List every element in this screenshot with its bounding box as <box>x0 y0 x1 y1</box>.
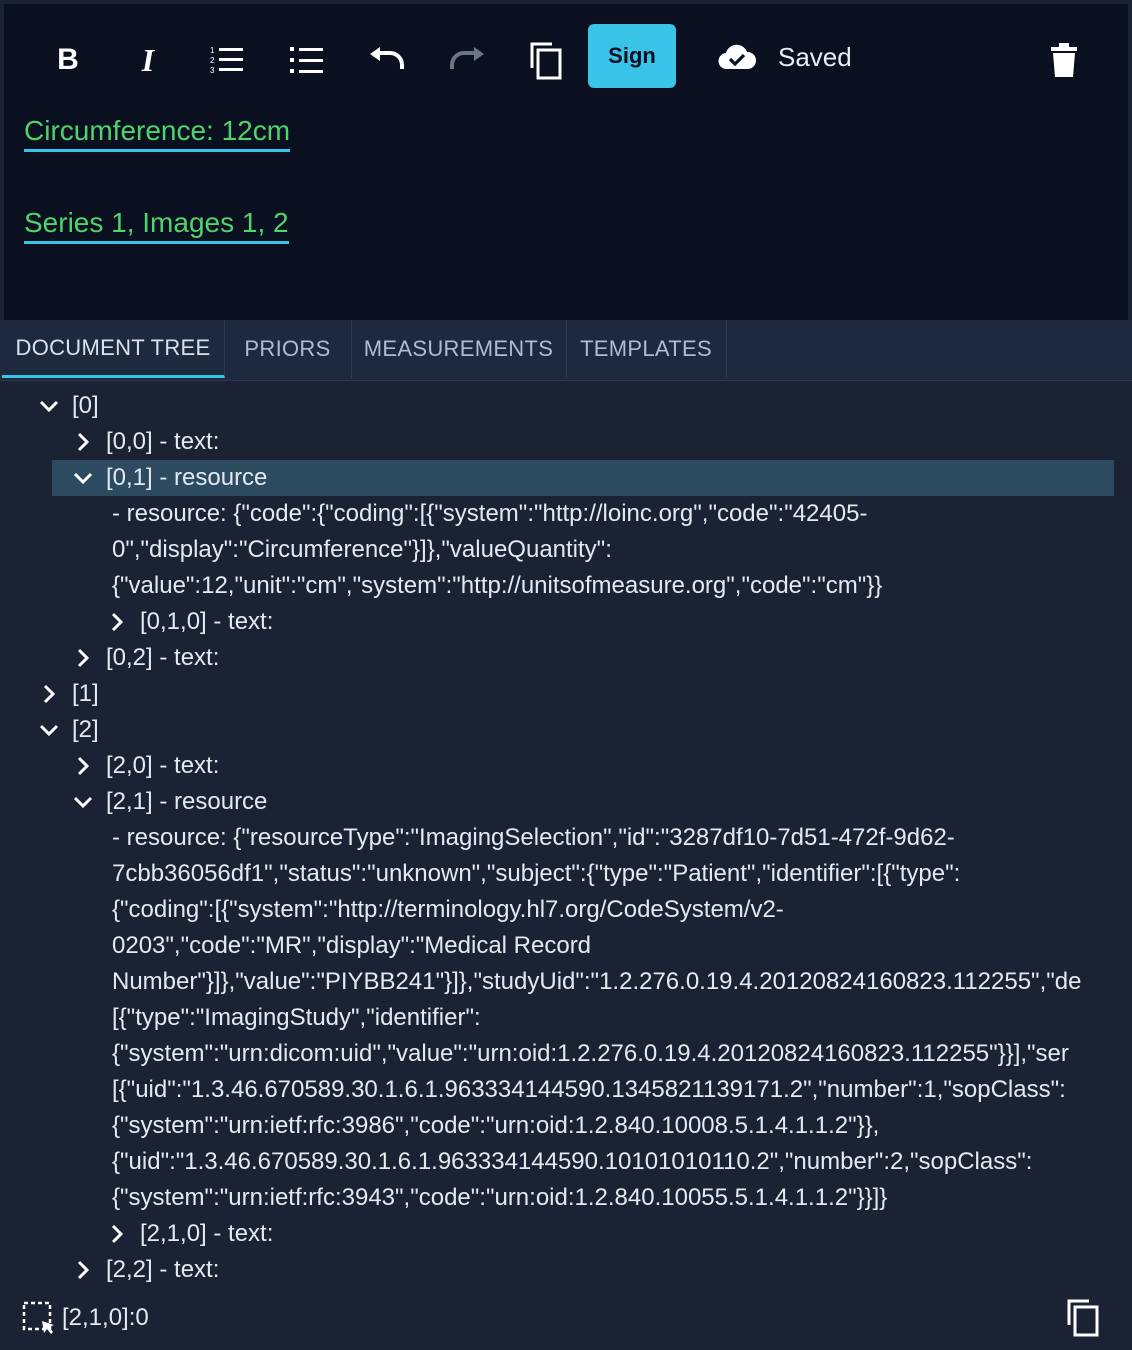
svg-text:1: 1 <box>210 46 215 55</box>
resource-line: {"value":12,"unit":"cm","system":"http:/… <box>112 572 883 599</box>
chevron-down-icon[interactable] <box>38 724 60 736</box>
tree-node-label: [0,0] - text: <box>106 428 220 455</box>
chevron-right-icon[interactable] <box>72 756 94 776</box>
tree-node-selected[interactable]: [0,1] - resource <box>72 460 267 496</box>
document-line[interactable]: Circumference: 12cm <box>24 114 291 152</box>
resource-line: [{"type":"ImagingStudy","identifier": <box>112 1004 481 1031</box>
copy-path-button[interactable] <box>1062 1296 1104 1338</box>
svg-text:3: 3 <box>210 66 215 75</box>
copy-icon <box>530 42 562 80</box>
tree-node-label: [2,2] - text: <box>106 1256 220 1283</box>
chevron-down-icon[interactable] <box>38 400 60 412</box>
resource-line: 0203","code":"MR","display":"Medical Rec… <box>112 932 592 959</box>
ordered-list-icon: 1 2 3 <box>210 46 243 75</box>
chevron-right-icon[interactable] <box>106 612 128 632</box>
resource-line: 7cbb36056df1","status":"unknown","subjec… <box>112 860 961 887</box>
tree-node[interactable]: [2,0] - text: <box>72 748 219 784</box>
tree-node-label: [0,1,0] - text: <box>140 608 274 635</box>
resource-line: 0","display":"Circumference"}]},"valueQu… <box>112 536 612 563</box>
undo-icon <box>370 47 404 69</box>
tree-node-label: [2,1] - resource <box>106 788 268 815</box>
undo-button[interactable] <box>355 28 419 92</box>
bullet-list-icon <box>290 47 323 73</box>
tab-measurements[interactable]: MEASUREMENTS <box>351 320 567 378</box>
redo-icon <box>450 47 484 69</box>
tree-node[interactable]: [0,1,0] - text: <box>106 604 273 640</box>
status-bar: [2,1,0]:0 <box>22 1300 149 1336</box>
copy-icon <box>1067 1299 1099 1337</box>
cloud-check-icon <box>718 44 756 70</box>
save-status: Saved <box>718 36 852 78</box>
tree-node[interactable]: [2] <box>38 712 99 748</box>
chevron-right-icon[interactable] <box>72 648 94 668</box>
resource-line: {"system":"urn:ietf:rfc:3943","code":"ur… <box>112 1184 888 1211</box>
resource-line: {"system":"urn:ietf:rfc:3986","code":"ur… <box>112 1112 880 1139</box>
bold-button[interactable]: B <box>36 28 100 92</box>
chevron-right-icon[interactable] <box>72 432 94 452</box>
ordered-list-button[interactable]: 1 2 3 <box>195 28 259 92</box>
svg-text:2: 2 <box>210 56 215 65</box>
tree-node-label: [0,1] - resource <box>106 464 268 491</box>
italic-button[interactable]: I <box>116 28 180 92</box>
chevron-right-icon[interactable] <box>72 1260 94 1280</box>
bullet-list-button[interactable] <box>275 28 339 92</box>
delete-button[interactable] <box>1032 28 1096 92</box>
chevron-right-icon[interactable] <box>38 684 60 704</box>
trash-icon <box>1051 43 1077 77</box>
italic-icon: I <box>141 41 155 78</box>
tree-node-label: [0,2] - text: <box>106 644 220 671</box>
tree-node[interactable]: [2,1] - resource <box>72 784 267 820</box>
tab-templates[interactable]: TEMPLATES <box>566 320 727 378</box>
sign-label: Sign <box>608 43 656 68</box>
tree-node-label: [2,1,0] - text: <box>140 1220 274 1247</box>
tree-node[interactable]: [0,0] - text: <box>72 424 219 460</box>
tab-document-tree[interactable]: DOCUMENT TREE <box>2 320 225 378</box>
resource-line: [{"uid":"1.3.46.670589.30.1.6.1.96333414… <box>112 1076 1066 1103</box>
tree-node-label: [1] <box>72 680 99 707</box>
tree-node[interactable]: [1] <box>38 676 99 712</box>
tree-node-label: [0] <box>72 392 99 419</box>
tab-priors[interactable]: PRIORS <box>224 320 352 378</box>
saved-label: Saved <box>778 41 852 72</box>
resource-line: - resource: {"code":{"coding":[{"system"… <box>112 500 868 527</box>
tree-node[interactable]: [0] <box>38 388 99 424</box>
tree-node[interactable]: [2,1,0] - text: <box>106 1216 273 1252</box>
tree-node[interactable]: [2,2] - text: <box>72 1252 219 1288</box>
chevron-down-icon[interactable] <box>72 796 94 808</box>
redo-button[interactable] <box>435 28 499 92</box>
panel-tabs: DOCUMENT TREE PRIORS MEASUREMENTS TEMPLA… <box>0 320 1132 381</box>
resource-line: Number"}]},"value":"PIYBB241"}]},"studyU… <box>112 968 1082 995</box>
sign-button[interactable]: Sign <box>588 24 676 88</box>
tree-node[interactable]: [0,2] - text: <box>72 640 219 676</box>
resource-line: {"system":"urn:dicom:uid","value":"urn:o… <box>112 1040 1069 1067</box>
bold-icon: B <box>57 43 79 76</box>
tree-node-label: [2,0] - text: <box>106 752 220 779</box>
chevron-right-icon[interactable] <box>106 1224 128 1244</box>
tree-node-label: [2] <box>72 716 99 743</box>
resource-line: {"uid":"1.3.46.670589.30.1.6.1.963334144… <box>112 1148 1033 1175</box>
copy-button[interactable] <box>514 28 578 92</box>
resource-line: - resource: {"resourceType":"ImagingSele… <box>112 824 955 851</box>
resource-line: {"coding":[{"system":"http://terminology… <box>112 896 784 923</box>
selection-cursor-icon <box>22 1301 54 1334</box>
document-line[interactable]: Series 1, Images 1, 2 <box>24 206 289 244</box>
chevron-down-icon[interactable] <box>72 472 94 484</box>
cursor-path: [2,1,0]:0 <box>62 1304 149 1331</box>
